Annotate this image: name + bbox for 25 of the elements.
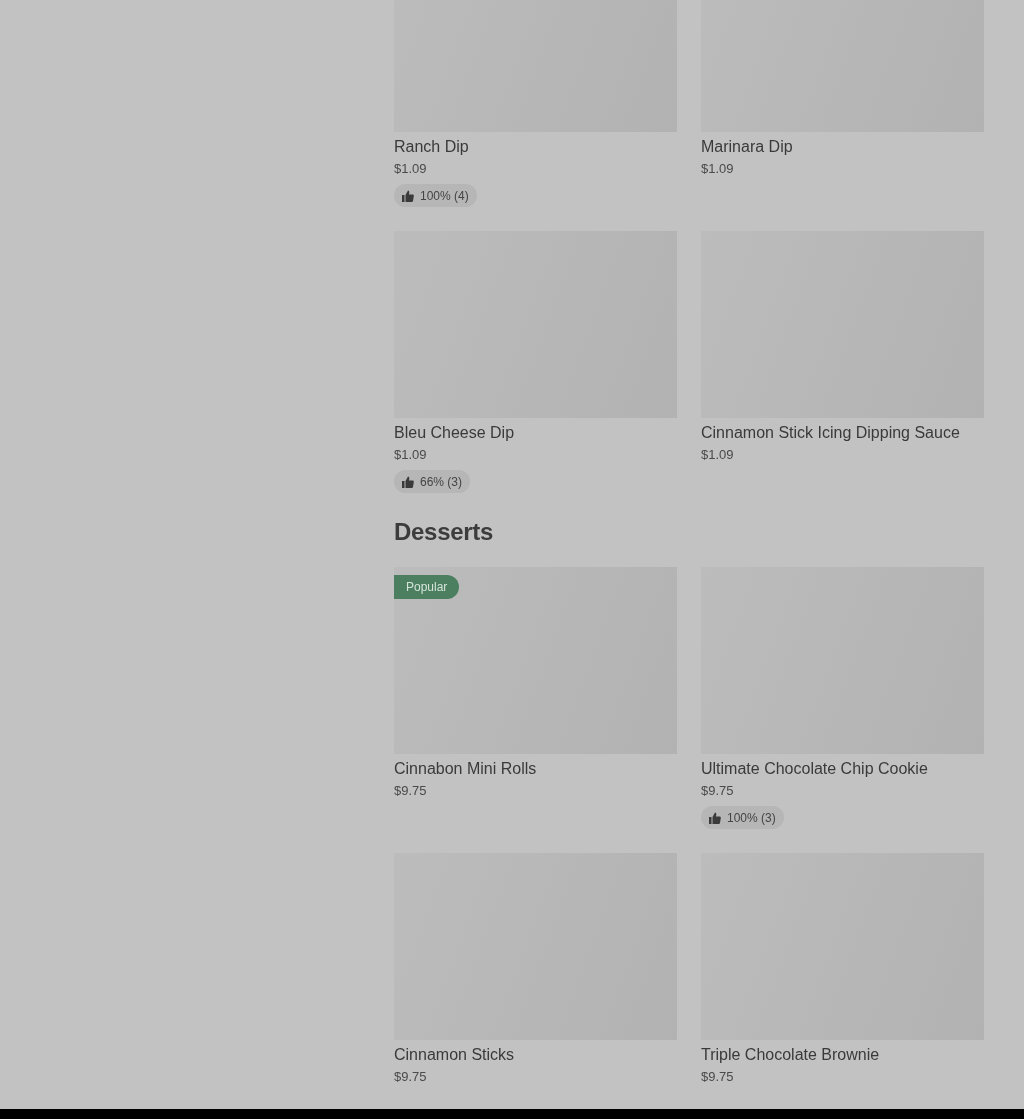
- item-price: $1.09: [701, 446, 734, 464]
- item-name[interactable]: Ranch Dip: [394, 136, 469, 158]
- item-price: $1.09: [701, 160, 734, 178]
- item-price: $9.75: [394, 782, 427, 800]
- item-name[interactable]: Cinnamon Sticks: [394, 1044, 515, 1066]
- rating-text: 100% (3): [727, 810, 776, 825]
- image-placeholder[interactable]: [394, 567, 677, 754]
- item-price: $1.09: [394, 160, 427, 178]
- rating-text: 66% (3): [420, 474, 463, 489]
- rating-text: 100% (4): [420, 188, 469, 203]
- item-name[interactable]: Cinnabon Mini Rolls: [394, 758, 537, 780]
- item-name[interactable]: Ultimate Chocolate Chip Cookie: [701, 758, 928, 780]
- item-price: $1.09: [394, 446, 427, 464]
- popular-badge: Popular: [394, 575, 460, 599]
- item-name[interactable]: Cinnamon Stick Icing Dipping Sauce: [701, 422, 960, 444]
- item-name[interactable]: Marinara Dip: [701, 136, 793, 158]
- item-price: $9.75: [394, 1068, 427, 1086]
- thumbs-up-icon: [709, 811, 721, 824]
- item-name[interactable]: Bleu Cheese Dip: [394, 422, 515, 444]
- item-name[interactable]: Triple Chocolate Brownie: [701, 1044, 880, 1066]
- item-price: $9.75: [701, 1068, 734, 1086]
- item-price: $9.75: [701, 782, 734, 800]
- section-heading: Desserts: [394, 517, 494, 547]
- thumbs-up-icon: [402, 189, 414, 202]
- thumbs-up-icon: [402, 475, 414, 488]
